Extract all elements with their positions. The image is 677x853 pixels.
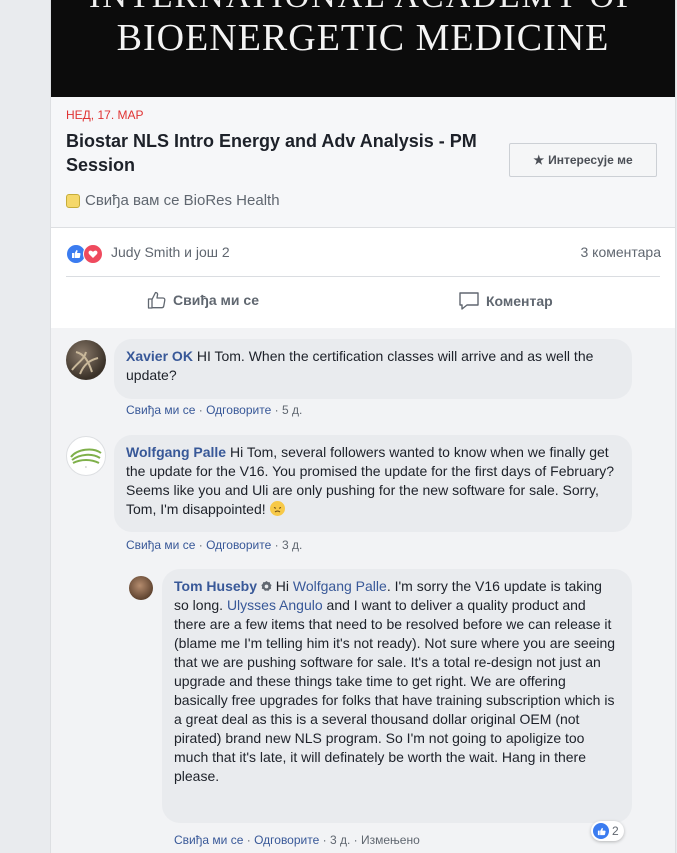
avatar[interactable] bbox=[66, 340, 106, 380]
like-button-label: Свиђа ми се bbox=[173, 292, 259, 308]
comments-section: Xavier OK HI Tom. When the certification… bbox=[51, 328, 675, 853]
comment-reply-link[interactable]: Одговорите bbox=[206, 538, 271, 552]
reply-author[interactable]: Tom Huseby bbox=[174, 578, 257, 594]
comment-bubble: Wolfgang Palle Hi Tom, several followers… bbox=[114, 435, 632, 532]
event-title[interactable]: Biostar NLS Intro Energy and Adv Analysi… bbox=[66, 129, 486, 177]
comment-button-label: Коментар bbox=[486, 293, 553, 309]
page-avatar-icon bbox=[66, 193, 80, 208]
reaction-names[interactable]: Judy Smith и још 2 bbox=[111, 244, 230, 260]
star-icon: ★ bbox=[533, 153, 545, 167]
thumbs-up-icon bbox=[147, 291, 166, 309]
comment-meta: Свиђа ми се · Одговорите · 3 д. bbox=[126, 538, 303, 552]
comment-author[interactable]: Wolfgang Palle bbox=[126, 444, 226, 460]
comment-like-link[interactable]: Свиђа ми се bbox=[126, 538, 195, 552]
post-actions: Свиђа ми се Коментар bbox=[51, 277, 675, 327]
reply-edited[interactable]: Измењено bbox=[361, 833, 420, 847]
reply-meta: Свиђа ми се · Одговорите · 3 д. · Измење… bbox=[174, 833, 420, 847]
event-date: НЕД, 17. МАР bbox=[66, 108, 144, 122]
comment-time[interactable]: 5 д. bbox=[282, 403, 302, 417]
svg-text:•: • bbox=[85, 464, 87, 469]
moderator-badge-icon bbox=[261, 581, 272, 591]
comment-author[interactable]: Xavier OK bbox=[126, 348, 193, 364]
comment-count[interactable]: 3 коментара bbox=[581, 244, 662, 260]
event-post-card: INTERNATIONAL ACADEMY OF BIOENERGETIC ME… bbox=[50, 0, 676, 853]
comment-bubble-icon bbox=[459, 292, 479, 310]
comment-bubble: Xavier OK HI Tom. When the certification… bbox=[114, 339, 632, 399]
banner-text-main: BIOENERGETIC MEDICINE bbox=[116, 17, 610, 59]
like-button[interactable]: Свиђа ми се bbox=[147, 291, 259, 309]
comment-like-link[interactable]: Свиђа ми се bbox=[126, 403, 195, 417]
reply-reply-link[interactable]: Одговорите bbox=[254, 833, 319, 847]
comment-reply-link[interactable]: Одговорите bbox=[206, 403, 271, 417]
comment-time[interactable]: 3 д. bbox=[282, 538, 302, 552]
avatar[interactable] bbox=[129, 576, 153, 600]
reply-reaction-badge[interactable]: 2 bbox=[591, 821, 624, 841]
reaction-count: 2 bbox=[612, 824, 619, 838]
comment-button[interactable]: Коментар bbox=[458, 291, 553, 311]
interested-button[interactable]: ★ Интересује ме bbox=[509, 143, 657, 177]
reply-text: and I want to deliver a quality product … bbox=[174, 597, 616, 784]
reactions-summary: Judy Smith и још 2 3 коментара bbox=[51, 228, 675, 276]
comment-text: HI Tom. When the certification classes w… bbox=[126, 348, 594, 383]
event-info: НЕД, 17. МАР Biostar NLS Intro Energy an… bbox=[51, 97, 675, 228]
reaction-icons[interactable] bbox=[66, 244, 103, 264]
interested-label: Интересује ме bbox=[548, 153, 633, 167]
mention-link[interactable]: Ulysses Angulo bbox=[227, 597, 323, 613]
disappointed-emoji-icon bbox=[269, 501, 285, 516]
page-like-line: Свиђа вам се BioRes Health bbox=[66, 192, 280, 209]
banner-text-top: INTERNATIONAL ACADEMY OF bbox=[51, 0, 675, 16]
mention-link[interactable]: Wolfgang Palle bbox=[293, 578, 387, 594]
avatar[interactable]: • bbox=[66, 436, 106, 476]
reply-like-link[interactable]: Свиђа ми се bbox=[174, 833, 243, 847]
love-reaction-icon bbox=[83, 244, 103, 264]
event-banner-image[interactable]: INTERNATIONAL ACADEMY OF BIOENERGETIC ME… bbox=[51, 0, 675, 97]
reply-text-hi: Hi bbox=[275, 578, 289, 594]
reply-time[interactable]: 3 д. bbox=[330, 833, 350, 847]
reply-bubble: Tom Huseby Hi Wolfgang Palle. I'm sorry … bbox=[162, 569, 632, 823]
comment-meta: Свиђа ми се · Одговорите · 5 д. bbox=[126, 403, 303, 417]
like-reaction-icon bbox=[593, 823, 609, 839]
page-like-text[interactable]: Свиђа вам се BioRes Health bbox=[85, 192, 280, 209]
